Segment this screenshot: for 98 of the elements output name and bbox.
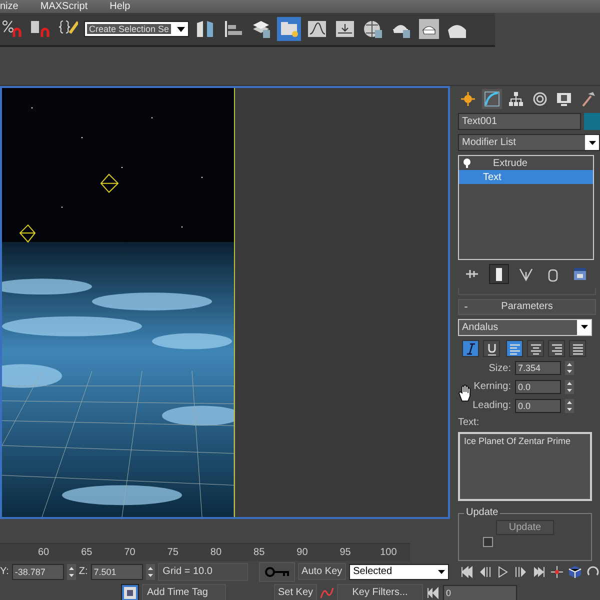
text-label: Text: [458,417,480,428]
panel-tab[interactable] [482,89,502,109]
next-frame-icon[interactable] [514,564,528,578]
align-center-icon [529,342,543,356]
set-key-button[interactable] [258,562,295,582]
configure-icon [572,266,588,282]
hammer-icon [580,91,596,107]
spinner-arrows-icon[interactable] [565,380,574,394]
lightbulb-icon[interactable] [463,158,471,168]
text-input-area[interactable]: Ice Planet Of Zentar Prime [458,432,592,502]
set-key-label-button[interactable]: Set Key [274,584,318,600]
font-dropdown[interactable]: Andalus [458,318,592,336]
mirror-icon [195,19,215,39]
coordinate-label: Z: [78,566,88,577]
dropdown-arrow-icon[interactable] [588,140,596,144]
spinner-label: Size: [488,362,511,374]
stack-item[interactable]: Extrude [459,156,593,170]
dropdown-arrow-icon[interactable] [177,26,185,32]
manual-update-checkbox[interactable] [483,537,493,548]
underline-icon [485,342,499,356]
monitor-icon [556,91,572,107]
play-icon[interactable] [496,564,510,578]
selection-set-dropdown[interactable]: Create Selection Se [84,21,189,37]
frame-number: 75 [166,546,180,560]
modifier-list-dropdown[interactable]: Modifier List [458,134,600,151]
layers-icon [251,19,271,39]
align-justify-icon [571,342,585,356]
frame-number: 70 [123,546,136,560]
group-title: Update [464,507,500,518]
spinner-label: Leading: [472,400,511,412]
number-field[interactable]: 0.0 [515,398,561,413]
format-button[interactable] [506,340,523,357]
spinner-arrows-icon[interactable] [66,564,76,580]
align-left-icon [508,342,522,356]
sun-icon [460,91,476,107]
orbit-icon[interactable] [586,564,600,578]
stack-item[interactable]: Text [459,170,593,184]
go-to-end-icon[interactable] [532,564,546,578]
hierarchy-icon [508,91,524,107]
spinner-label: Kerning: [474,381,511,392]
previous-frame-icon[interactable] [478,564,492,578]
key-mode-dropdown[interactable]: Selected [349,564,450,580]
menu-item[interactable]: MAXScript [40,0,88,13]
update-button[interactable]: Update [496,520,554,536]
align-icon [223,19,243,39]
frame-number: 85 [252,546,266,560]
curve-icon [484,91,500,107]
object-name-field[interactable]: Text001 [458,113,581,130]
frame-number: 60 [36,546,50,560]
panel-tab[interactable] [458,89,478,109]
frame-number: 100 [379,546,398,560]
curve-graph-icon [307,19,327,39]
spinner-arrows-icon[interactable] [565,361,574,376]
frame-number: 90 [296,546,309,560]
key-icon [264,566,290,576]
italic-icon [464,342,478,356]
current-frame-field[interactable]: 0 [443,584,518,600]
view-cube-icon[interactable] [568,564,582,578]
timeline-ruler[interactable]: 60 65 70 75 80 85 90 95 100 [0,543,410,561]
spinner-arrows-icon[interactable] [146,564,155,580]
frame-number: 95 [338,546,352,560]
number-field[interactable]: 7.354 [515,361,561,376]
auto-key-button[interactable]: Auto Key [298,563,346,580]
time-tag-toggle[interactable] [121,584,139,600]
frame-icon [123,586,137,600]
coordinate-field[interactable]: -38.787 [12,564,64,580]
format-button[interactable] [548,340,565,357]
menu-item[interactable]: nize [0,0,18,13]
go-to-start-icon[interactable] [460,564,474,578]
menu-item[interactable]: Help [110,0,130,13]
coordinate-label: Y: [0,566,9,577]
format-button[interactable] [483,340,500,357]
percent-magnet-icon [2,19,22,39]
number-field[interactable]: 0.0 [515,380,561,394]
frame-number: 65 [80,546,94,560]
toolbar-button[interactable] [417,17,441,41]
panel-tab[interactable] [506,89,526,109]
dropdown-arrow-icon[interactable] [438,570,446,574]
key-filters-button[interactable]: Key Filters... [337,584,424,600]
grid-size-readout: Grid = 10.0 [158,562,248,580]
format-button[interactable] [462,340,479,357]
checker-sphere-icon [363,19,383,39]
spinner-magnet-icon [30,19,50,39]
add-time-tag-field[interactable]: Add Time Tag [142,584,226,600]
object-color-swatch[interactable] [584,113,600,130]
coordinate-field[interactable]: 7.501 [90,564,143,580]
parameters-rollout-header[interactable]: - Parameters [458,298,596,315]
dropdown-arrow-icon[interactable] [580,325,588,330]
folder-icon [279,19,299,39]
hand-cursor-icon [458,384,471,402]
frame-number: 80 [209,546,223,560]
rings-icon [532,91,548,107]
pan-axis-icon[interactable] [550,564,564,578]
format-button[interactable] [527,340,544,357]
format-button[interactable] [569,340,586,357]
spinner-arrows-icon[interactable] [565,398,574,413]
stack-tool-button[interactable] [488,264,509,284]
align-right-icon [550,342,564,356]
